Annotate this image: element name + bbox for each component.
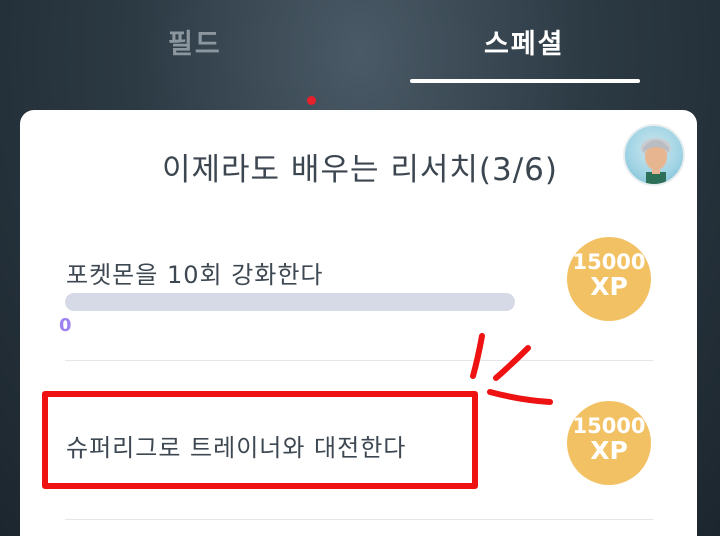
- active-tab-indicator: [410, 79, 640, 83]
- xp-reward-unit: XP: [590, 272, 628, 301]
- quest-progress-count: 0: [59, 315, 72, 336]
- xp-reward-amount: 15000: [572, 414, 646, 438]
- tab-special[interactable]: 스페셜: [484, 22, 565, 61]
- quest-divider: [65, 360, 653, 361]
- quest-text: 포켓몬을 10회 강화한다: [66, 261, 324, 289]
- quest-divider: [65, 519, 653, 520]
- xp-reward-unit: XP: [590, 436, 628, 465]
- xp-reward-badge[interactable]: 15000 XP: [567, 401, 651, 485]
- tab-bar: 필드 스페셜: [0, 0, 720, 105]
- tab-field[interactable]: 필드: [168, 22, 222, 61]
- xp-reward-amount: 15000: [572, 250, 646, 274]
- research-title: 이제라도 배우는 리서치(3/6): [162, 152, 558, 188]
- xp-reward-badge[interactable]: 15000 XP: [567, 237, 651, 321]
- professor-avatar[interactable]: [623, 124, 685, 186]
- annotation-emphasis-marks: [470, 333, 553, 405]
- annotation-highlight-box: [42, 391, 478, 489]
- quest-progress-bar: [65, 293, 515, 311]
- notification-dot: [307, 96, 316, 105]
